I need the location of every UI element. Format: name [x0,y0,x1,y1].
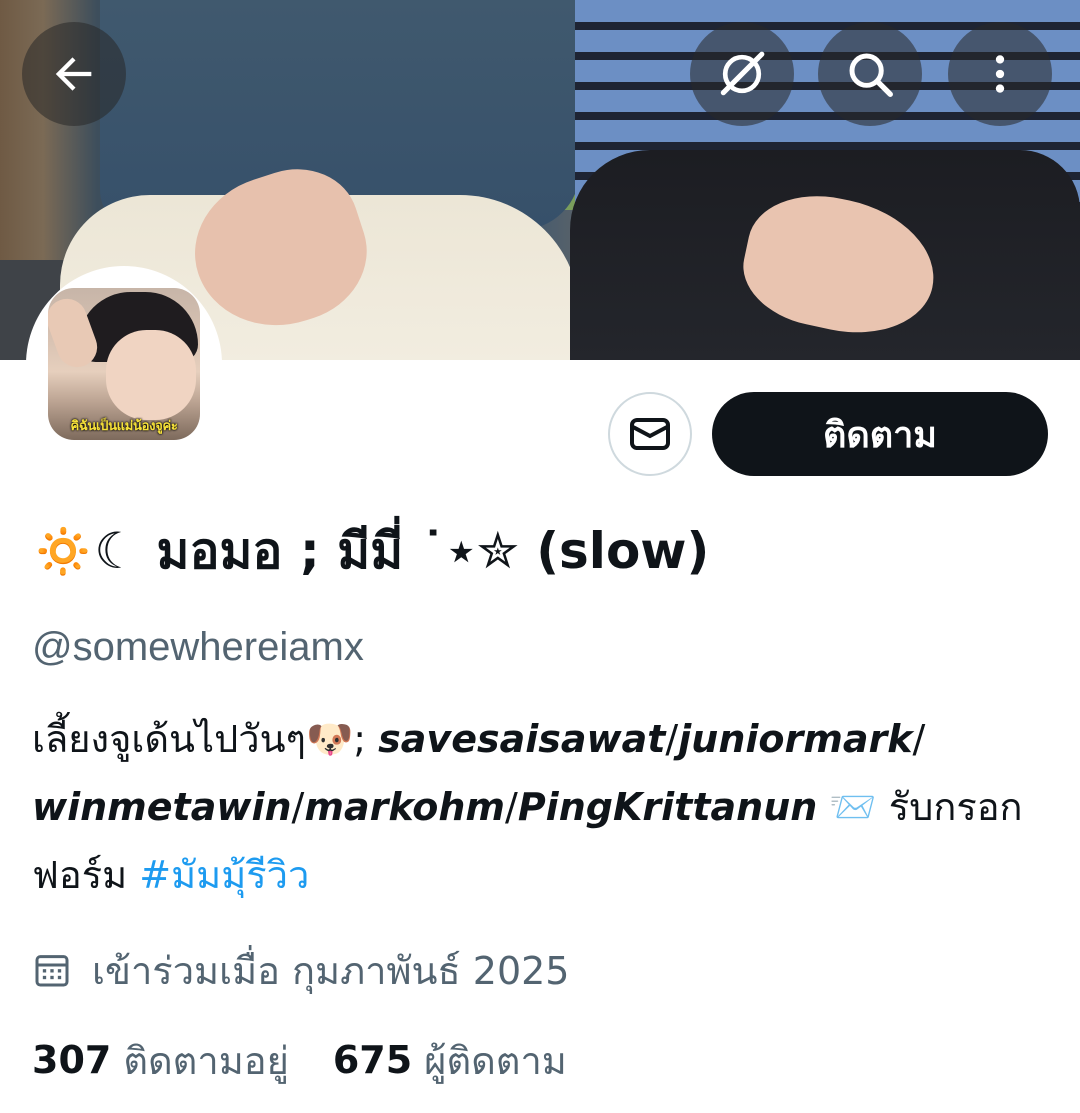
calendar-icon [35,955,69,987]
joined-text: เข้าร่วมเมื่อ กุมภาพันธ์ 2025 [92,948,570,993]
avatar-caption: คิฉันเป็นแม่น้องจูค่ะ [70,419,178,434]
bio-mention[interactable]: savesaisawat [378,717,665,761]
grok-icon [720,51,765,96]
bio-mention[interactable]: markohm [304,785,505,829]
more-button[interactable] [948,22,1052,126]
bio-mention[interactable]: juniormark [678,717,912,761]
following-count[interactable]: 307 [32,1038,111,1082]
joined-date: เข้าร่วมเมื่อ กุมภาพันธ์ 2025 [32,938,570,1002]
search-button[interactable] [818,22,922,126]
display-name: 🔅☾ มอมอ ; มีมี่ ˙⋆✮ (slow) [32,522,710,580]
follow-stats: 307 ติดตามอยู่ 675 ผู้ติดตาม [32,1028,567,1092]
followers-count[interactable]: 675 [333,1038,412,1082]
bio-separator: / [665,717,679,761]
bio: เลี้ยงจูเด้นไปวันๆ🐶; savesaisawat/junior… [32,705,1052,909]
back-button[interactable] [22,22,126,126]
more-vertical-icon [995,55,1005,93]
avatar-face [106,330,196,420]
follow-button[interactable]: ติดตาม [712,392,1048,476]
bio-separator: / [291,785,305,829]
arrow-left-icon [55,57,92,91]
bio-separator: / [505,785,518,829]
bio-mention[interactable]: PingKrittanun [518,785,817,829]
search-icon [849,53,893,97]
bio-text: เลี้ยงจูเด้นไปวันๆ🐶; [32,717,379,761]
following-label[interactable]: ติดตามอยู่ [123,1030,289,1091]
envelope-icon [630,418,670,450]
message-button[interactable] [608,392,692,476]
bio-mention[interactable]: winmetawin [32,785,292,829]
handle: @somewhereiamx [32,625,364,669]
bio-separator: / [912,717,926,761]
grok-button[interactable] [690,22,794,126]
avatar[interactable]: คิฉันเป็นแม่น้องจูค่ะ [48,288,200,440]
followers-label[interactable]: ผู้ติดตาม [424,1030,567,1091]
bio-hashtag[interactable]: #มัมมุ้รีวิว [139,853,309,897]
